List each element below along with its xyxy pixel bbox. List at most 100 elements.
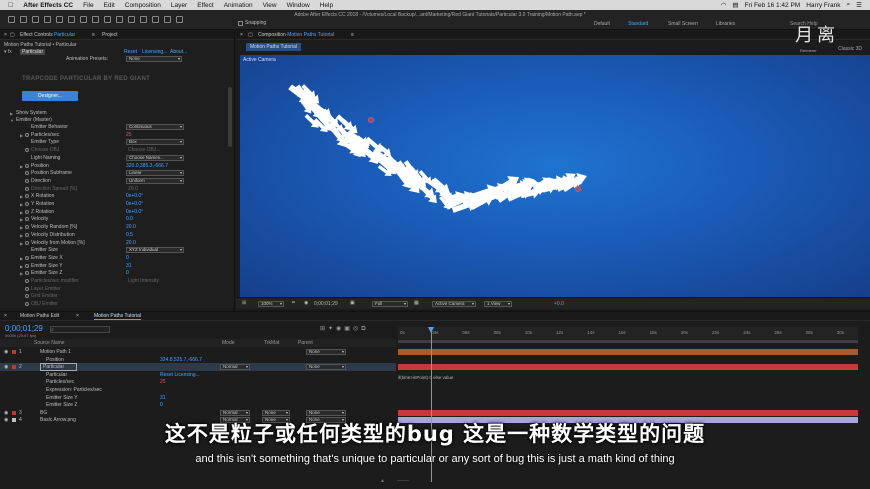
reset-link[interactable]: Reset (124, 49, 137, 56)
stopwatch-icon[interactable] (25, 255, 29, 260)
layer-track-bar[interactable] (398, 409, 858, 416)
prop-row[interactable]: ▶ Position 320.0,385.3,-666.7 (0, 163, 234, 170)
prop-row[interactable]: ▶ Emitter Size Y 31 (0, 263, 234, 270)
stopwatch-icon[interactable] (25, 148, 29, 153)
clone-tool-icon[interactable] (140, 16, 147, 23)
chevron-right-icon[interactable]: ▶ (20, 270, 23, 277)
prop-row[interactable]: ▶ Velocity Distribution 0.5 (0, 232, 234, 239)
stopwatch-icon[interactable] (25, 286, 29, 291)
col-mode[interactable]: Mode (222, 339, 235, 347)
stopwatch-icon[interactable] (25, 171, 29, 176)
prop-row[interactable]: Grid Emitter (0, 293, 234, 300)
lock-icon[interactable]: ▢ (248, 32, 253, 38)
parent-select[interactable]: None (306, 364, 346, 371)
camera-select[interactable]: Active Camera (432, 301, 476, 307)
prop-row[interactable]: ▶ Particles/sec 25 (0, 132, 234, 139)
prop-value[interactable]: 0.5 (126, 232, 133, 239)
mode-select[interactable]: Normal (220, 364, 250, 371)
tab-motion-paths-tutorial[interactable]: Motion Paths Tutorial (94, 313, 141, 320)
close-icon[interactable]: × (76, 313, 79, 319)
selection-tool-icon[interactable] (20, 16, 27, 23)
prop-value[interactable]: 31 (126, 263, 132, 270)
stopwatch-icon[interactable] (25, 178, 29, 183)
parent-select[interactable]: None (306, 409, 346, 416)
timecode[interactable]: 0;00;01;29 (5, 324, 43, 333)
menu-icon[interactable]: ≡ (351, 32, 354, 38)
prop-row[interactable]: Direction Uniform (0, 177, 234, 185)
close-icon[interactable]: × (4, 313, 7, 319)
region-icon[interactable]: ▦ (414, 300, 419, 306)
search-input[interactable]: ⌕ (50, 326, 110, 333)
fx-name[interactable]: Particular (20, 49, 46, 55)
prop-row[interactable]: ▶ Y Rotation 0x+0.0° (0, 201, 234, 208)
stopwatch-icon[interactable] (25, 186, 29, 191)
stopwatch-icon[interactable] (25, 294, 29, 299)
apple-icon[interactable]:  (8, 2, 13, 9)
prop-row[interactable]: Position Subframe Linear (0, 170, 234, 177)
prop-value[interactable]: 0.0 (126, 216, 133, 223)
chevron-right-icon[interactable]: ▶ (20, 232, 23, 239)
comp-subtab[interactable]: Motion Paths Tutorial (246, 43, 301, 51)
prop-select[interactable]: Box (126, 139, 184, 146)
timeline-switches[interactable]: ⊞✦◉▣◎⧉ (320, 325, 390, 334)
prop-row[interactable]: ▶ X Rotation 0x+0.0° (0, 193, 234, 200)
menu-effect[interactable]: Effect (197, 2, 214, 9)
prop-row[interactable]: Direction Spread [%] 20.0 (0, 186, 234, 193)
label-color-chip[interactable] (12, 350, 16, 354)
layer-track-bar[interactable] (398, 349, 858, 355)
prop-select[interactable]: Continuous (126, 124, 184, 130)
puppet-tool-icon[interactable] (176, 16, 183, 23)
emitter-position-marker[interactable] (575, 186, 581, 192)
prop-value[interactable]: 0x+0.0° (126, 193, 143, 200)
prop-row[interactable]: OBJ Emitter (0, 301, 234, 308)
fx-toggle-icon[interactable]: ▾ fx (4, 49, 12, 56)
prop-row[interactable]: Emitter Behavior Continuous (0, 124, 234, 131)
pan-behind-tool-icon[interactable] (80, 16, 87, 23)
stopwatch-icon[interactable] (25, 225, 29, 230)
menu-animation[interactable]: Animation (224, 2, 253, 9)
renderer-value[interactable]: Classic 3D (838, 46, 862, 52)
menu-icon[interactable]: ≡ (92, 32, 95, 38)
hand-tool-icon[interactable] (32, 16, 39, 23)
stopwatch-icon[interactable] (25, 240, 29, 245)
zoom-tool-icon[interactable] (44, 16, 51, 23)
chevron-right-icon[interactable]: ▶ (20, 193, 23, 200)
wifi-icon[interactable]: ◠ (721, 1, 727, 9)
stopwatch-icon[interactable] (25, 217, 29, 222)
prop-row[interactable]: ▶ Emitter Size Z 0 (0, 270, 234, 277)
stopwatch-icon[interactable] (25, 232, 29, 237)
chevron-right-icon[interactable]: ▶ (20, 224, 23, 231)
expression-text[interactable]: if(time>inPoint) 0 else value (398, 375, 453, 380)
prop-row[interactable]: Emitter Size XYZ Individual (0, 247, 234, 254)
stopwatch-icon[interactable] (25, 163, 29, 168)
rotate-tool-icon[interactable] (56, 16, 63, 23)
exposure-value[interactable]: +0.0 (554, 301, 564, 307)
workspace-libraries[interactable]: Libraries (716, 21, 735, 27)
menu-edit[interactable]: Edit (104, 2, 115, 9)
prop-row[interactable]: Emitter Type Box (0, 139, 234, 146)
prop-row[interactable]: ▶ Velocity 0.0 (0, 216, 234, 223)
label-color-chip[interactable] (12, 365, 16, 370)
tab-motion-paths-edit[interactable]: Motion Paths Edit (20, 313, 59, 319)
menu-layer[interactable]: Layer (171, 2, 187, 9)
stopwatch-icon[interactable] (25, 209, 29, 214)
about-link[interactable]: About... (170, 49, 187, 56)
prop-value[interactable]: 0x+0.0° (126, 201, 143, 208)
licensing-link[interactable]: Licensing... (142, 49, 167, 56)
magnify-icon[interactable]: ⊞ (242, 300, 246, 306)
parent-select[interactable]: None (306, 349, 346, 355)
pen-tool-icon[interactable] (104, 16, 111, 23)
composition-viewer[interactable]: Active Camera (240, 55, 870, 297)
prop-value[interactable]: 20.0 (126, 240, 136, 247)
prop-row[interactable]: Light Naming Choose Names... (0, 154, 234, 162)
stopwatch-icon[interactable] (25, 271, 29, 276)
label-color-chip[interactable] (12, 410, 16, 415)
prop-row[interactable]: ▶ Velocity from Motion [%] 20.0 (0, 240, 234, 247)
workspace-standard[interactable]: Standard (628, 21, 648, 27)
stopwatch-icon[interactable] (25, 263, 29, 268)
col-trkmat[interactable]: TrkMat (264, 339, 279, 347)
clock-datetime[interactable]: Fri Feb 16 1:42 PM (745, 2, 801, 9)
lock-icon[interactable]: ▢ (10, 32, 15, 38)
menu-list-icon[interactable]: ☰ (856, 1, 862, 9)
camera-tool-icon[interactable] (68, 16, 75, 23)
